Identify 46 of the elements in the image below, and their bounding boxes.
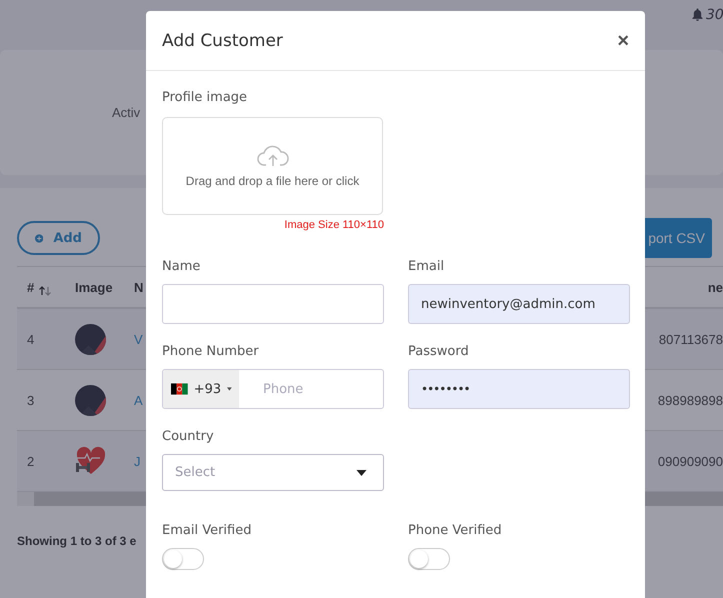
- stats-label: Activ: [112, 105, 140, 120]
- table-cell: 090909090: [658, 454, 723, 468]
- table-cell: 2: [27, 454, 34, 468]
- field-label: Email: [408, 258, 446, 276]
- table-cell: 898989898: [658, 392, 723, 408]
- column-header[interactable]: N: [134, 280, 144, 294]
- customer-name-link[interactable]: A: [134, 392, 143, 408]
- table-cell: 3: [27, 392, 34, 408]
- field-label: Phone Verified: [408, 522, 503, 540]
- file-dropzone[interactable]: Drag and drop a file here or click: [162, 117, 383, 215]
- table-cell: 807113678: [658, 332, 723, 346]
- sort-icon[interactable]: [38, 286, 52, 296]
- bell-icon[interactable]: [692, 8, 703, 20]
- dropzone-text: Drag and drop a file here or click: [186, 174, 360, 188]
- country-select[interactable]: Select: [162, 454, 384, 491]
- password-field[interactable]: ••••••••: [408, 369, 630, 409]
- input-field[interactable]: newinventory@admin.com: [408, 284, 630, 324]
- column-header[interactable]: ne: [708, 280, 723, 294]
- column-header[interactable]: #: [27, 280, 34, 294]
- avatar-icon: [75, 324, 106, 354]
- avatar-icon: [75, 384, 106, 416]
- phone-field[interactable]: +93 Phone: [162, 369, 384, 409]
- field-label: Password: [408, 343, 470, 361]
- input-field[interactable]: [162, 284, 384, 324]
- field-label: Email Verified: [162, 522, 252, 540]
- toggle-switch[interactable]: [408, 548, 450, 570]
- size-hint: Image Size 110×110: [284, 219, 384, 231]
- field-label: Name: [162, 258, 202, 276]
- notification-count: 30: [706, 7, 723, 23]
- field-label: Phone Number: [162, 343, 260, 361]
- cloud-upload-icon: [256, 144, 288, 166]
- column-header[interactable]: Image: [75, 280, 113, 294]
- toggle-switch[interactable]: [162, 548, 204, 570]
- flag-icon: [171, 382, 188, 396]
- close-button[interactable]: ×: [615, 30, 631, 50]
- field-label: Country: [162, 428, 215, 446]
- heart-icon: [75, 446, 107, 476]
- field-label: Profile image: [162, 89, 248, 107]
- modal-title: Add Customer: [162, 30, 283, 50]
- table-info: Showing 1 to 3 of 3 e: [17, 534, 138, 548]
- add-button[interactable]: Add: [17, 221, 100, 255]
- caret-icon: [227, 387, 232, 391]
- table-cell: 4: [27, 332, 34, 346]
- country-code-dropdown[interactable]: +93: [163, 370, 239, 408]
- plus-circle-icon: [35, 232, 44, 244]
- caret-icon: [356, 470, 367, 476]
